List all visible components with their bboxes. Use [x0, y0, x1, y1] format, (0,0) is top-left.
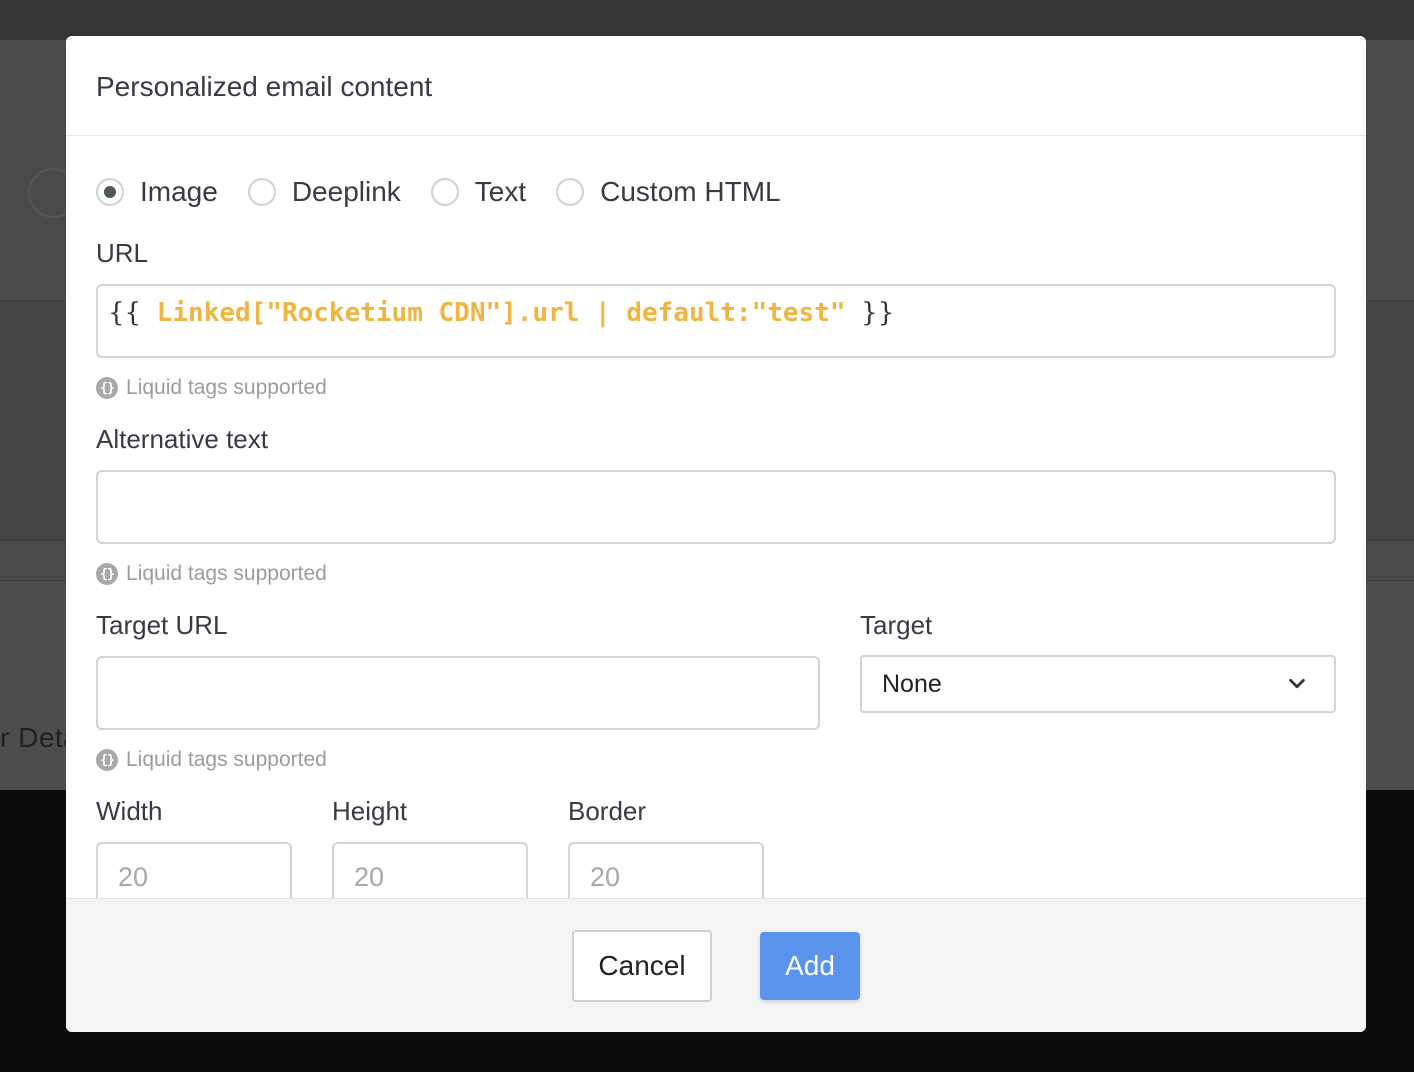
modal-body: Image Deeplink Text Custom HTML URL {{ L…	[66, 136, 1366, 898]
alt-text-hint-text: Liquid tags supported	[126, 562, 327, 585]
target-url-input[interactable]	[96, 656, 820, 730]
radio-custom-html[interactable]: Custom HTML	[556, 176, 781, 208]
target-select[interactable]: None	[860, 655, 1336, 713]
radio-image-label: Image	[140, 176, 218, 207]
liquid-braces-icon: {}	[96, 749, 118, 771]
add-button[interactable]: Add	[760, 932, 860, 1000]
target-url-hint-text: Liquid tags supported	[126, 748, 327, 771]
personalized-content-modal: Personalized email content Image Deeplin…	[66, 36, 1366, 1032]
radio-custom-html-circle[interactable]	[556, 178, 585, 206]
target-label: Target	[860, 610, 933, 640]
border-input[interactable]: 20	[568, 842, 764, 898]
border-input-placeholder: 20	[590, 862, 621, 892]
url-hint-text: Liquid tags supported	[126, 376, 327, 399]
alt-text-hint: {} Liquid tags supported	[96, 562, 327, 586]
target-url-label: Target URL	[96, 610, 228, 640]
liquid-braces-icon: {}	[96, 563, 118, 585]
radio-image[interactable]: Image	[96, 176, 218, 208]
height-label: Height	[332, 796, 408, 826]
width-label: Width	[96, 796, 163, 826]
radio-custom-html-label: Custom HTML	[600, 176, 781, 207]
background-topbar	[0, 0, 1414, 40]
radio-image-circle[interactable]	[96, 178, 124, 206]
height-input-placeholder: 20	[354, 862, 385, 892]
chevron-down-icon	[1289, 678, 1305, 689]
radio-deeplink-circle[interactable]	[247, 178, 276, 206]
url-input[interactable]: {{ Linked["Rocketium CDN"].url | default…	[96, 284, 1336, 358]
alt-text-label: Alternative text	[96, 424, 268, 454]
liquid-open-brace: {{	[108, 298, 142, 328]
modal-header: Personalized email content	[66, 36, 1366, 136]
url-label: URL	[96, 238, 149, 268]
url-input-value: {{ Linked["Rocketium CDN"].url | default…	[108, 298, 894, 328]
url-hint: {} Liquid tags supported	[96, 376, 327, 400]
cancel-button[interactable]: Cancel	[572, 930, 712, 1002]
width-input[interactable]: 20	[96, 842, 292, 898]
content-type-radio-group: Image Deeplink Text Custom HTML	[96, 176, 781, 208]
liquid-close-brace: }}	[861, 298, 895, 328]
target-url-hint: {} Liquid tags supported	[96, 748, 327, 772]
height-input[interactable]: 20	[332, 842, 528, 898]
radio-deeplink[interactable]: Deeplink	[247, 176, 401, 208]
radio-text-circle[interactable]	[430, 178, 459, 206]
radio-deeplink-label: Deeplink	[291, 176, 401, 207]
target-select-value: None	[882, 669, 942, 698]
modal-title: Personalized email content	[96, 70, 433, 102]
radio-selected-dot	[104, 186, 116, 198]
border-label: Border	[568, 796, 647, 826]
radio-text[interactable]: Text	[430, 176, 527, 208]
liquid-braces-icon: {}	[96, 377, 118, 399]
liquid-expression: Linked["Rocketium CDN"].url | default:"t…	[156, 298, 846, 328]
modal-footer: Cancel Add	[66, 898, 1366, 1032]
radio-text-label: Text	[474, 176, 527, 207]
width-input-placeholder: 20	[118, 862, 149, 892]
alt-text-input[interactable]	[96, 470, 1336, 544]
